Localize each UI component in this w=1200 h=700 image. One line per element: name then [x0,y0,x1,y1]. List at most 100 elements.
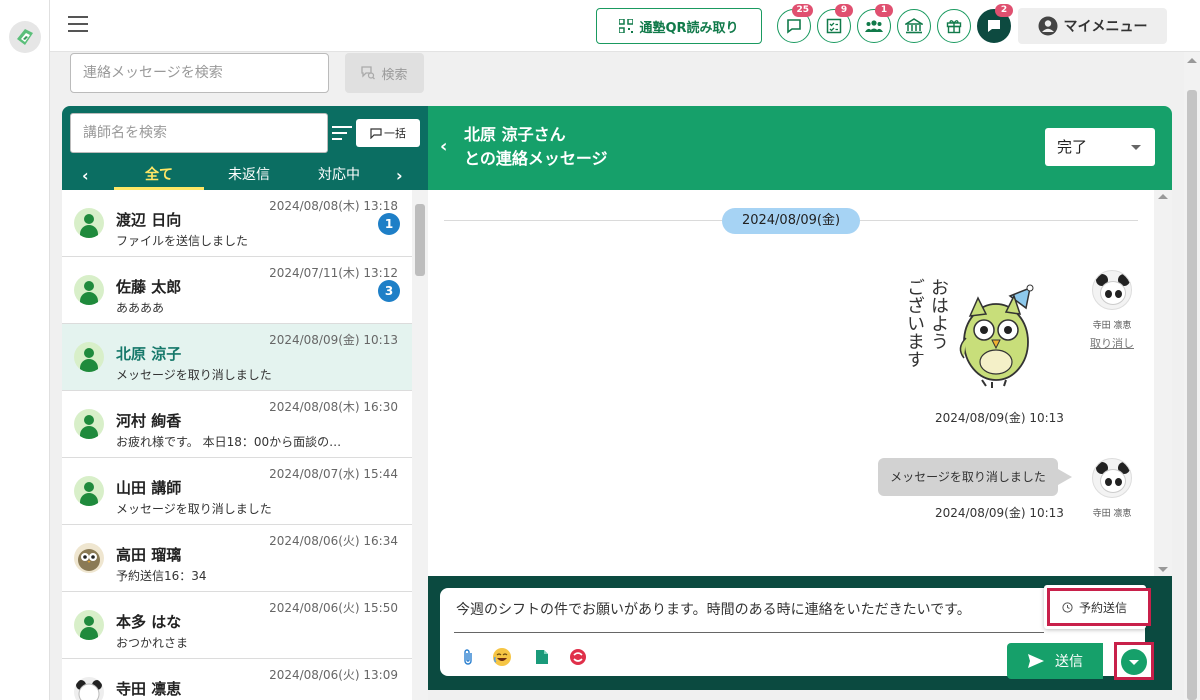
contact-name: 佐藤 太郎 [116,278,182,296]
qr-code-icon [619,19,634,33]
contact-item[interactable]: 高田 瑠璃 2024/08/06(火) 16:34 予約送信16：34 [62,525,412,592]
sticker-icon[interactable] [568,647,588,667]
tab-all[interactable]: 全て [114,162,204,190]
app-logo-icon[interactable] [9,21,41,53]
compose-underline [454,632,1044,633]
chat-button[interactable]: 2 [977,4,1013,43]
tab-prev-chevron-icon[interactable]: ‹ [82,166,89,185]
unread-badge: 1 [378,213,400,235]
search-message-icon [361,66,376,80]
contact-item[interactable]: 山田 講師 2024/08/07(水) 15:44 メッセージを取り消しました [62,458,412,525]
contact-name: 山田 講師 [116,479,182,497]
cancel-message-link[interactable]: 取り消し [1090,335,1134,351]
emoji-icon[interactable] [492,647,512,667]
sender-avatar-panda-icon [1092,458,1132,498]
send-options-menu: 予約送信 [1044,585,1151,629]
contact-item[interactable]: 佐藤 太郎 2024/07/11(木) 13:12 ああああ 3 [62,257,412,324]
owl-sticker-icon [959,284,1034,388]
send-options-button[interactable] [1114,642,1154,680]
message-search-button[interactable]: 検索 [345,53,424,93]
chat-header: ‹ 北原 涼子さん との連絡メッセージ 完了 [428,106,1172,190]
contact-item-selected[interactable]: 北原 涼子 2024/08/09(金) 10:13 メッセージを取り消しました [62,324,412,391]
gift-button[interactable] [937,9,971,43]
contact-list-scrollbar[interactable] [412,190,428,700]
contact-time: 2024/08/06(火) 16:34 [269,534,398,548]
date-chip: 2024/08/09(金) [722,208,860,234]
chat-filled-icon [988,20,1000,32]
send-icon [1028,654,1044,668]
person-avatar-icon [74,208,104,238]
contact-item[interactable]: 河村 絢香 2024/08/08(木) 16:30 お疲れ様です。 本日18：0… [62,391,412,458]
person-avatar-icon [74,610,104,640]
school-building-icon [905,18,923,34]
person-avatar-icon [74,476,104,506]
qr-scan-button[interactable]: 通塾QR読み取り [596,8,762,44]
contact-preview: ファイルを送信しました [116,234,249,248]
teacher-search-input[interactable] [70,113,328,153]
students-button[interactable]: 1 [857,4,893,43]
scheduled-send-option[interactable]: 予約送信 [1047,588,1151,626]
status-select[interactable]: 完了 [1045,128,1155,166]
person-avatar-icon [74,275,104,305]
chat-scrollbar[interactable] [1154,190,1172,576]
contact-preview: メッセージを取り消しました [116,502,272,516]
scheduled-send-label: 予約送信 [1079,600,1128,615]
contact-name: 本多 はな [116,613,182,631]
chat-messages: 2024/08/09(金) おはよう ございます 寺田 凛恵 取り消し 2024… [428,190,1172,576]
unread-badge: 3 [378,280,400,302]
hamburger-menu-icon[interactable] [68,16,88,34]
page-scrollbar[interactable] [1184,52,1200,700]
clock-icon [1062,601,1073,613]
contact-name: 寺田 凛恵 [116,680,182,698]
message-time: 2024/08/09(金) 10:13 [935,506,1064,520]
my-menu-label: マイメニュー [1063,19,1148,35]
top-bar: 通塾QR読み取り 25 9 1 2 マイメニュー [50,0,1200,52]
contact-time: 2024/07/11(木) 13:12 [269,266,398,280]
sender-avatar-panda-icon [1092,270,1132,310]
my-menu-button[interactable]: マイメニュー [1018,8,1167,44]
attach-paperclip-icon[interactable] [458,647,478,667]
contact-time: 2024/08/07(水) 15:44 [269,467,398,481]
contacts-header: 一括 ‹ 全て 未返信 対応中 › [62,106,428,190]
sticker-text-line: おはよう [928,278,949,350]
messages-button[interactable]: 25 [777,4,813,43]
message-search-input[interactable] [70,53,329,93]
file-icon[interactable] [532,647,552,667]
contact-time: 2024/08/09(金) 10:13 [269,333,398,347]
bulk-action-button[interactable]: 一括 [356,119,420,147]
owl-sticker: おはよう ございます [902,278,1052,398]
message-time: 2024/08/09(金) 10:13 [935,411,1064,425]
tab-in-progress[interactable]: 対応中 [294,162,384,190]
tab-unreplied[interactable]: 未返信 [204,162,294,190]
checklist-icon [826,18,842,34]
sticker-text-line: ございます [904,278,925,368]
sort-icon[interactable] [332,126,352,142]
chat-title-name: 北原 涼子さん [464,125,566,144]
school-button[interactable] [897,9,931,43]
back-chevron-icon[interactable]: ‹ [440,136,447,157]
contact-preview: ああああ [116,301,165,315]
qr-scan-label: 通塾QR読み取り [639,20,739,36]
group-icon [865,20,883,32]
filter-tabs: ‹ 全て 未返信 対応中 › [62,162,428,190]
tasks-badge: 9 [835,4,853,17]
tab-next-chevron-icon[interactable]: › [396,166,403,185]
contact-item[interactable]: 渡辺 日向 2024/08/08(木) 13:18 ファイルを送信しました 1 [62,190,412,257]
contact-item[interactable]: 本多 はな 2024/08/06(火) 15:50 おつかれさま [62,592,412,659]
send-button[interactable]: 送信 [1007,643,1103,679]
compose-input[interactable]: 今週のシフトの件でお願いがあります。時間のある時に連絡をいただきたいです。 [456,599,971,619]
status-value: 完了 [1057,138,1088,156]
contact-list: 渡辺 日向 2024/08/08(木) 13:18 ファイルを送信しました 1 … [62,190,412,700]
contact-preview: 予約送信16：34 [116,569,207,583]
sender-name: 寺田 凛恵 [1092,321,1132,331]
chat-bubble-icon [787,19,801,34]
contact-time: 2024/08/08(木) 16:30 [269,400,398,414]
bulk-action-label: 一括 [384,127,406,140]
owl-avatar-icon [74,543,104,573]
contact-item[interactable]: 寺田 凛恵 2024/08/06(火) 13:09 [62,659,412,700]
compose-box: 今週のシフトの件でお願いがあります。時間のある時に連絡をいただきたいです。 送信 [440,588,1154,680]
contact-preview: お疲れ様です。 本日18：00から面談の… [116,435,342,449]
contact-name: 高田 瑠璃 [116,546,182,564]
tasks-button[interactable]: 9 [817,4,853,43]
messages-badge: 25 [792,4,813,17]
